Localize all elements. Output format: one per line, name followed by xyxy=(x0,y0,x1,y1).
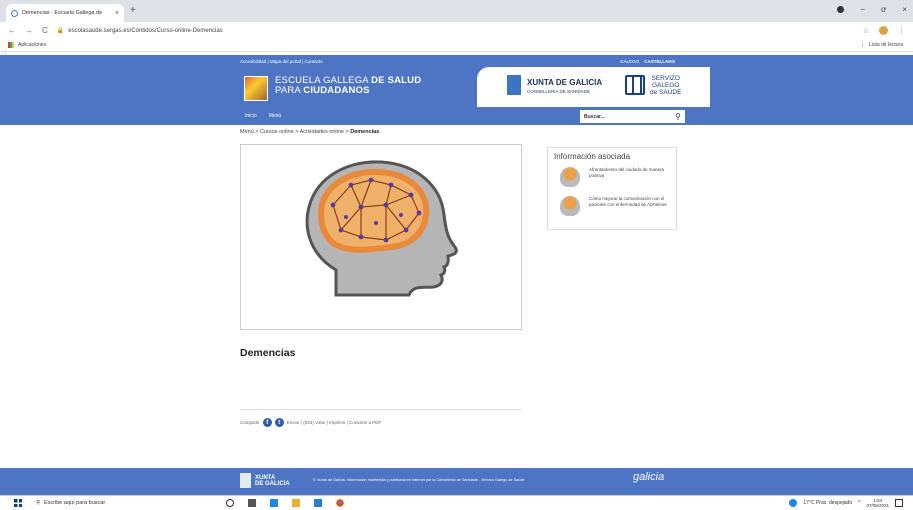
windows-start-icon[interactable] xyxy=(14,499,22,507)
sergas-logo[interactable]: SERVIZO GALEGO de SAÚDE xyxy=(650,75,681,96)
store-icon[interactable] xyxy=(314,499,322,507)
search-input[interactable]: Buscar... xyxy=(584,114,605,120)
browser-profile-icon[interactable] xyxy=(837,6,845,13)
course-image xyxy=(240,144,522,330)
main-menu: Inicio Menú xyxy=(245,113,281,119)
chevron-up-icon[interactable]: ^ xyxy=(858,500,860,506)
xunta-logo[interactable]: XUNTA DE GALICIA CONSELLERÍA DE SANIDADE xyxy=(527,78,602,96)
browser-tab[interactable]: Demencias - Escuela Gallega de × xyxy=(6,4,124,22)
site-header: Accesibilidad | Mapa del portal | Contac… xyxy=(0,55,913,125)
new-tab-button[interactable]: + xyxy=(130,5,136,16)
school-name-part: CIUDADANOS xyxy=(303,85,370,96)
facebook-icon[interactable]: f xyxy=(262,418,272,427)
breadcrumb-path[interactable]: Menú > Cursos online > Actividades onlin… xyxy=(240,129,350,135)
sergas-line: de SAÚDE xyxy=(650,89,682,96)
system-tray: 17°C Prac. despejado ^ 1:54 07/08/2021 xyxy=(789,498,903,508)
share-actions[interactable]: Enviar | (543) Votar | Imprimir | Conver… xyxy=(287,420,382,425)
galicia-logo[interactable]: galicia xyxy=(633,471,664,483)
folder-icon[interactable] xyxy=(292,499,300,507)
url-input[interactable]: escolasaude.sergas.es/Contidos/Curso-onl… xyxy=(68,28,222,34)
search-box[interactable]: Buscar... ⚲ xyxy=(580,110,685,123)
search-icon[interactable]: ⚲ xyxy=(675,112,681,121)
site-favicon-icon xyxy=(11,9,18,17)
taskbar-search-input[interactable]: Escribe aquí para buscar xyxy=(44,500,105,506)
breadcrumb-current: Demencias xyxy=(350,129,380,135)
head-thumbnail-icon[interactable] xyxy=(560,196,580,216)
lang-galego[interactable]: GALEGO xyxy=(620,59,639,64)
apps-grid-icon xyxy=(8,42,14,48)
widgets-icon[interactable] xyxy=(248,499,256,507)
footer-xunta-logo[interactable]: XUNTA DE GALICIA xyxy=(240,473,290,488)
tab-close-icon[interactable]: × xyxy=(115,10,119,17)
school-name-part: PARA xyxy=(275,85,304,96)
list-item[interactable]: Afrontamiento del cuidado de manera posi… xyxy=(560,167,675,187)
school-name[interactable]: ESCUELA GALLEGA DE SALUD PARA CIUDADANOS xyxy=(275,76,421,96)
xunta-dept: CONSELLERÍA DE SANIDADE xyxy=(527,89,591,94)
avatar[interactable] xyxy=(879,26,888,35)
reload-button[interactable]: C xyxy=(42,26,48,35)
related-info: Información asociada Afrontamiento del c… xyxy=(547,147,677,230)
related-link[interactable]: Afrontamiento del cuidado de manera posi… xyxy=(589,167,675,187)
language-switcher: GALEGO CASTELLANO xyxy=(620,59,675,64)
reading-list-button[interactable]: Lista de lectura xyxy=(862,42,903,48)
search-icon: ⚲ xyxy=(36,500,41,506)
school-name-part: DE SALUD xyxy=(371,75,422,86)
institution-logos: XUNTA DE GALICIA CONSELLERÍA DE SANIDADE… xyxy=(477,67,710,107)
sergas-cross-icon xyxy=(625,75,645,95)
maximize-button[interactable]: ơ xyxy=(881,5,886,14)
share-label: Compartir xyxy=(240,420,260,425)
chrome-icon[interactable] xyxy=(336,499,344,507)
clock-date: 07/08/2021 xyxy=(866,503,889,508)
weather-widget[interactable]: 17°C Prac. despejado xyxy=(803,500,852,506)
xunta-name: XUNTA DE GALICIA xyxy=(527,78,603,87)
browser-menu-icon[interactable]: ⋮ xyxy=(898,27,905,35)
brain-head-icon xyxy=(305,160,458,297)
task-view-icon[interactable] xyxy=(226,499,234,507)
related-info-title: Información asociada xyxy=(554,152,631,161)
xunta-emblem-icon xyxy=(507,75,521,95)
taskbar-apps xyxy=(226,499,344,507)
clock[interactable]: 1:54 07/08/2021 xyxy=(866,498,889,508)
os-taskbar: ⚲ Escribe aquí para buscar 17°C Prac. de… xyxy=(0,495,913,510)
notifications-icon[interactable] xyxy=(895,499,903,507)
lang-castellano[interactable]: CASTELLANO xyxy=(644,59,675,64)
tray-app-icon[interactable] xyxy=(789,499,798,507)
taskbar-search[interactable]: ⚲ Escribe aquí para buscar xyxy=(36,500,206,506)
close-window-button[interactable]: × xyxy=(902,5,907,14)
lock-icon[interactable]: 🔒 xyxy=(57,27,64,34)
list-item[interactable]: Cómo mejorar la comunicación con el paci… xyxy=(560,196,675,216)
twitter-icon[interactable]: t xyxy=(274,418,284,427)
xunta-emblem-icon xyxy=(240,473,251,488)
related-link[interactable]: Cómo mejorar la comunicación con el paci… xyxy=(589,196,675,216)
edge-icon[interactable] xyxy=(270,499,278,507)
share-bar: Compartir f t Enviar | (543) Votar | Imp… xyxy=(240,409,522,427)
bookmark-apps[interactable]: Aplicaciones xyxy=(18,42,46,48)
footer-xunta-line: DE GALICIA xyxy=(255,480,290,487)
school-logo-icon[interactable] xyxy=(244,76,268,101)
menu-inicio[interactable]: Inicio xyxy=(245,113,257,119)
sergas-line: GALEGO xyxy=(651,82,680,89)
head-thumbnail-icon[interactable] xyxy=(560,167,580,187)
back-button[interactable]: ← xyxy=(8,26,16,35)
window-controls: − ơ × xyxy=(837,5,907,14)
browser-tabbar: Demencias - Escuela Gallega de × + − ơ × xyxy=(0,0,913,22)
page-title: Demencias xyxy=(240,347,296,359)
bookmark-star-icon[interactable]: ☆ xyxy=(863,27,869,35)
bookmarks-bar: Aplicaciones Lista de lectura xyxy=(0,39,913,52)
top-links[interactable]: Accesibilidad | Mapa del portal | Contac… xyxy=(240,59,323,64)
sergas-line: SERVIZO xyxy=(651,75,680,82)
site-footer: XUNTA DE GALICIA © Xunta de Galicia. Inf… xyxy=(0,468,913,495)
footer-legal: © Xunta de Galicia. Información mantenid… xyxy=(313,478,525,482)
tab-title: Demencias - Escuela Gallega de xyxy=(22,10,103,16)
minimize-button[interactable]: − xyxy=(860,5,865,14)
forward-button[interactable]: → xyxy=(25,26,33,35)
breadcrumb: Menú > Cursos online > Actividades onlin… xyxy=(240,129,379,135)
address-bar: ← → C 🔒 escolasaude.sergas.es/Contidos/C… xyxy=(0,22,913,39)
menu-menu[interactable]: Menú xyxy=(269,113,282,119)
